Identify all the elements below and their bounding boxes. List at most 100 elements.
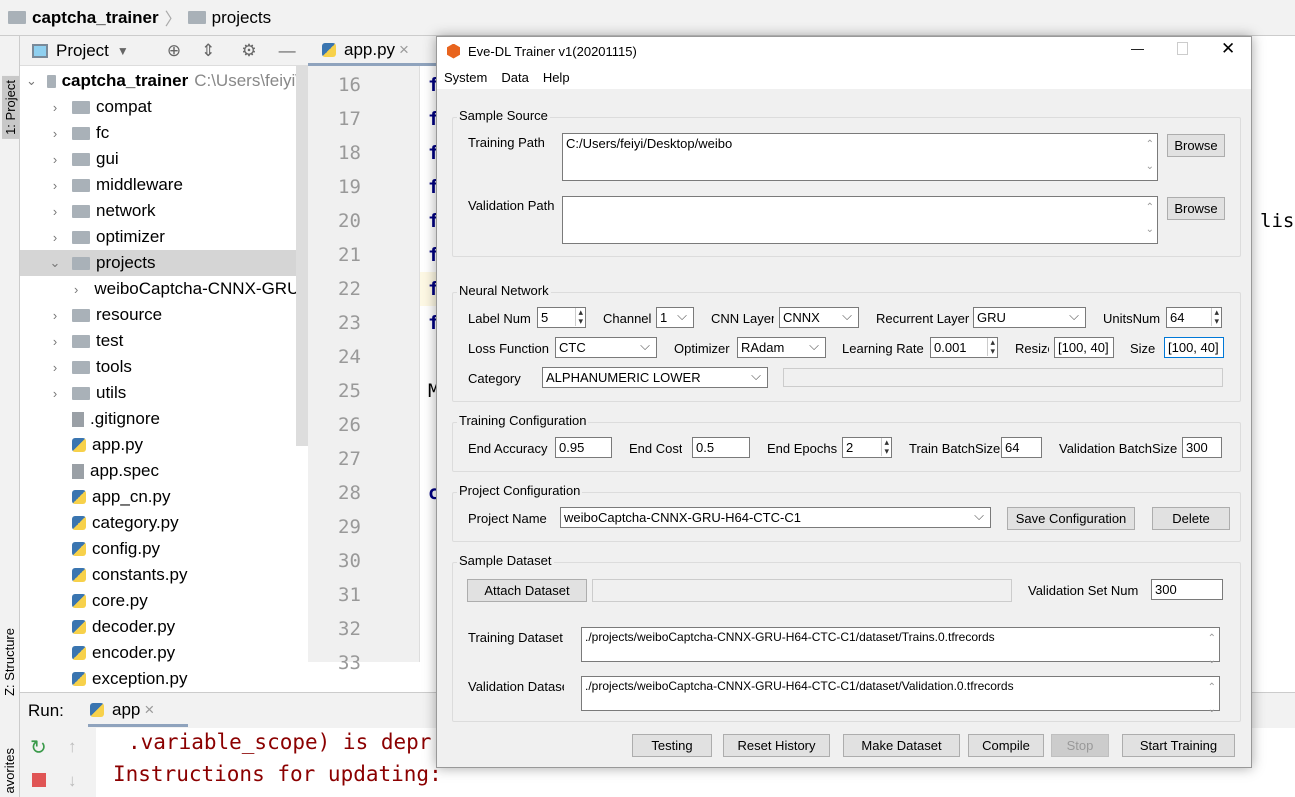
tree-item[interactable]: › utils bbox=[20, 380, 300, 406]
tree-item[interactable]: ⌄ projects bbox=[20, 250, 300, 276]
arrow-up-icon[interactable]: ↑ bbox=[68, 737, 77, 757]
chevron-right-icon[interactable]: › bbox=[48, 334, 62, 349]
end-cost-input[interactable]: 0.5 bbox=[692, 437, 750, 458]
breadcrumb-root[interactable]: captcha_trainer bbox=[32, 8, 159, 28]
testing-button[interactable]: Testing bbox=[632, 734, 712, 757]
chevron-down-icon[interactable]: ⌄ bbox=[48, 255, 62, 271]
close-icon[interactable]: × bbox=[399, 40, 409, 60]
chevron-down-icon[interactable]: ⌄ bbox=[26, 73, 37, 89]
project-view-selector[interactable]: Project bbox=[56, 41, 109, 61]
tree-item[interactable]: config.py bbox=[20, 536, 300, 562]
chevron-right-icon[interactable]: › bbox=[48, 126, 62, 141]
locate-icon[interactable]: ⊕ bbox=[167, 41, 181, 61]
reset-history-button[interactable]: Reset History bbox=[723, 734, 830, 757]
category-custom-input[interactable] bbox=[783, 368, 1223, 387]
collapse-all-icon[interactable]: ⇕ bbox=[201, 41, 215, 61]
tab-app-py[interactable]: app.py × bbox=[308, 36, 436, 66]
close-icon[interactable]: × bbox=[144, 700, 154, 720]
tree-item[interactable]: › tools bbox=[20, 354, 300, 380]
project-tool-button[interactable]: 1: Project bbox=[2, 76, 19, 139]
stop-icon[interactable] bbox=[32, 773, 46, 787]
chevron-right-icon[interactable]: › bbox=[48, 360, 62, 375]
learning-rate-spinbox[interactable]: 0.001 bbox=[930, 337, 998, 358]
attach-dataset-path[interactable] bbox=[592, 579, 1012, 602]
tree-item[interactable]: category.py bbox=[20, 510, 300, 536]
chevron-right-icon[interactable]: › bbox=[48, 152, 62, 167]
chevron-down-icon[interactable]: ▼ bbox=[117, 44, 129, 58]
recurrent-layer-select[interactable]: GRU bbox=[973, 307, 1086, 328]
start-training-button[interactable]: Start Training bbox=[1122, 734, 1235, 757]
loss-function-select[interactable]: CTC bbox=[555, 337, 657, 358]
validation-set-num-input[interactable]: 300 bbox=[1151, 579, 1223, 600]
tree-item[interactable]: › compat bbox=[20, 94, 300, 120]
optimizer-select[interactable]: RAdam bbox=[737, 337, 826, 358]
minimize-button[interactable]: — bbox=[1131, 41, 1144, 56]
tree-item-label: weiboCaptcha-CNNX-GRU-H64-CTC-C1 bbox=[94, 279, 308, 298]
browse-validation-button[interactable]: Browse bbox=[1167, 197, 1225, 220]
chevron-right-icon[interactable]: › bbox=[48, 100, 62, 115]
menu-help[interactable]: Help bbox=[543, 70, 570, 85]
compile-button[interactable]: Compile bbox=[968, 734, 1044, 757]
tree-item[interactable]: › fc bbox=[20, 120, 300, 146]
tree-scrollbar[interactable] bbox=[296, 66, 308, 446]
menu-data[interactable]: Data bbox=[501, 70, 528, 85]
arrow-down-icon[interactable]: ↓ bbox=[68, 771, 77, 791]
chevron-right-icon[interactable]: › bbox=[48, 204, 62, 219]
validation-path-input[interactable] bbox=[562, 196, 1158, 244]
run-tab-app[interactable]: app × bbox=[88, 695, 188, 727]
attach-dataset-button[interactable]: Attach Dataset bbox=[467, 579, 587, 602]
close-button[interactable]: ✕ bbox=[1221, 39, 1235, 59]
chevron-right-icon[interactable]: › bbox=[48, 230, 62, 245]
delete-button[interactable]: Delete bbox=[1152, 507, 1230, 530]
stop-button[interactable]: Stop bbox=[1051, 734, 1109, 757]
tree-item[interactable]: encoder.py bbox=[20, 640, 300, 666]
cnn-layer-select[interactable]: CNNX bbox=[779, 307, 859, 328]
save-configuration-button[interactable]: Save Configuration bbox=[1007, 507, 1135, 530]
maximize-button[interactable] bbox=[1177, 42, 1188, 55]
chevron-right-icon[interactable]: › bbox=[48, 386, 62, 401]
tree-item[interactable]: .gitignore bbox=[20, 406, 300, 432]
training-path-input[interactable]: C:/Users/feiyi/Desktop/weibo bbox=[562, 133, 1158, 181]
gear-icon[interactable]: ⚙ bbox=[241, 41, 256, 61]
validation-dataset-output[interactable]: ./projects/weiboCaptcha-CNNX-GRU-H64-CTC… bbox=[581, 676, 1220, 721]
tree-item[interactable]: core.py bbox=[20, 588, 300, 614]
menu-system[interactable]: System bbox=[444, 70, 487, 85]
project-name-select[interactable]: weiboCaptcha-CNNX-GRU-H64-CTC-C1 bbox=[560, 507, 991, 528]
tree-item[interactable]: constants.py bbox=[20, 562, 300, 588]
train-batch-input[interactable]: 64 bbox=[1001, 437, 1042, 458]
tree-root[interactable]: ⌄ captcha_trainer C:\Users\feiyi\ bbox=[20, 68, 300, 94]
training-dataset-output[interactable]: ./projects/weiboCaptcha-CNNX-GRU-H64-CTC… bbox=[581, 627, 1220, 672]
breadcrumb-current[interactable]: projects bbox=[212, 8, 272, 28]
chevron-right-icon[interactable]: › bbox=[48, 178, 62, 193]
end-epochs-spinbox[interactable]: 2 bbox=[842, 437, 892, 458]
tree-item[interactable]: › weiboCaptcha-CNNX-GRU-H64-CTC-C1 bbox=[20, 276, 308, 302]
tree-item[interactable]: app.py bbox=[20, 432, 300, 458]
tree-item[interactable]: app_cn.py bbox=[20, 484, 300, 510]
tree-item[interactable]: › resource bbox=[20, 302, 300, 328]
end-accuracy-input[interactable]: 0.95 bbox=[555, 437, 612, 458]
structure-tool-button[interactable]: Z: Structure bbox=[2, 628, 17, 696]
tree-item[interactable]: decoder.py bbox=[20, 614, 300, 640]
tree-item[interactable]: › gui bbox=[20, 146, 300, 172]
favorites-tool-button[interactable]: avorites bbox=[2, 748, 17, 794]
label-num-spinbox[interactable]: 5 bbox=[537, 307, 586, 328]
size-input[interactable]: [100, 40] bbox=[1164, 337, 1224, 358]
chevron-right-icon[interactable]: › bbox=[74, 282, 78, 297]
make-dataset-button[interactable]: Make Dataset bbox=[843, 734, 960, 757]
tree-item[interactable]: › network bbox=[20, 198, 300, 224]
tree-item[interactable]: exception.py bbox=[20, 666, 300, 692]
optimizer-label: Optimizer bbox=[674, 341, 730, 356]
tree-item[interactable]: › optimizer bbox=[20, 224, 300, 250]
tree-item[interactable]: › middleware bbox=[20, 172, 300, 198]
tree-item[interactable]: app.spec bbox=[20, 458, 300, 484]
chevron-right-icon[interactable]: › bbox=[48, 308, 62, 323]
minimize-icon[interactable]: — bbox=[279, 41, 296, 61]
category-select[interactable]: ALPHANUMERIC LOWER bbox=[542, 367, 768, 388]
tree-item[interactable]: › test bbox=[20, 328, 300, 354]
validation-batch-input[interactable]: 300 bbox=[1182, 437, 1222, 458]
browse-training-button[interactable]: Browse bbox=[1167, 134, 1225, 157]
rerun-icon[interactable]: ↻ bbox=[30, 735, 47, 760]
channel-select[interactable]: 1 bbox=[656, 307, 694, 328]
units-num-spinbox[interactable]: 64 bbox=[1166, 307, 1222, 328]
resize-input[interactable]: [100, 40] bbox=[1054, 337, 1114, 358]
